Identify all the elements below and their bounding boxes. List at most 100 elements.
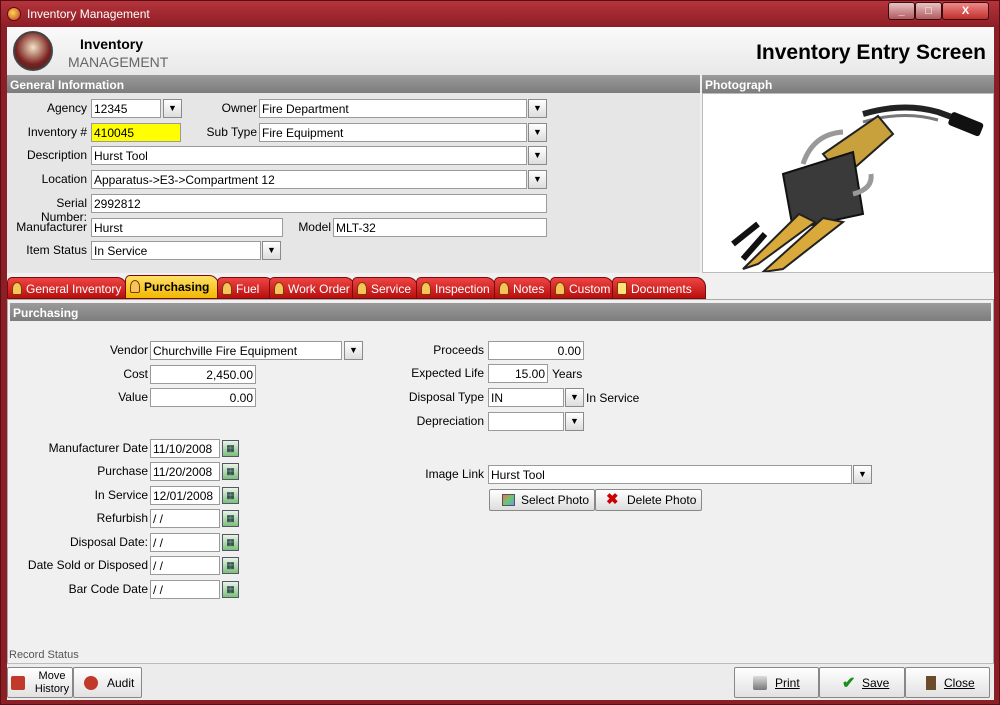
description-field[interactable]: Hurst Tool <box>91 146 527 165</box>
disposal-type-dropdown-icon[interactable]: ▼ <box>565 388 584 407</box>
depreciation-field[interactable] <box>488 412 564 431</box>
calendar-icon[interactable]: ▦ <box>222 440 239 457</box>
location-dropdown-icon[interactable]: ▼ <box>528 170 547 189</box>
agency-dropdown-icon[interactable]: ▼ <box>163 99 182 118</box>
owner-dropdown-icon[interactable]: ▼ <box>528 99 547 118</box>
manufacturer-date-label: Manufacturer Date <box>48 441 148 455</box>
logo-title: Inventory <box>80 36 144 52</box>
tab-fuel[interactable]: Fuel <box>217 277 275 299</box>
disposal-date-field[interactable]: / / <box>150 533 220 552</box>
value-label: Value <box>118 390 148 404</box>
delete-photo-button[interactable]: ✖ Delete Photo <box>595 489 702 511</box>
disposal-type-field[interactable]: IN <box>488 388 564 407</box>
image-link-dropdown-icon[interactable]: ▼ <box>853 465 872 484</box>
refurbish-date-field[interactable]: / / <box>150 509 220 528</box>
general-info-header: General Information <box>7 75 700 93</box>
value-field[interactable]: 0.00 <box>150 388 256 407</box>
delete-photo-label: Delete Photo <box>627 493 697 507</box>
tab-strip: General Inventory Purchasing Fuel Work O… <box>7 275 994 299</box>
tab-general-inventory[interactable]: General Inventory <box>7 277 127 299</box>
print-button[interactable]: Print <box>734 667 819 698</box>
firefighter-icon <box>274 282 284 295</box>
calendar-icon[interactable]: ▦ <box>222 510 239 527</box>
close-button[interactable]: Close <box>905 667 990 698</box>
tab-notes[interactable]: Notes <box>494 277 552 299</box>
general-info-panel: Agency 12345 ▼ Owner Fire Department ▼ I… <box>7 93 700 273</box>
manufacturer-date-field[interactable]: 11/10/2008 <box>150 439 220 458</box>
manufacturer-label: Manufacturer <box>16 220 87 234</box>
proceeds-field[interactable]: 0.00 <box>488 341 584 360</box>
fire-helmet-logo-icon <box>13 31 53 71</box>
in-service-date-field[interactable]: 12/01/2008 <box>150 486 220 505</box>
calendar-icon[interactable]: ▦ <box>222 581 239 598</box>
subtype-dropdown-icon[interactable]: ▼ <box>528 123 547 142</box>
purchasing-panel: Purchasing Vendor Churchville Fire Equip… <box>7 299 994 675</box>
tab-inspection[interactable]: Inspection <box>416 277 496 299</box>
calendar-icon[interactable]: ▦ <box>222 534 239 551</box>
tab-label: Inspection <box>435 282 490 296</box>
cost-field[interactable]: 2,450.00 <box>150 365 256 384</box>
tab-label: Service <box>371 282 412 296</box>
disposal-date-label: Disposal Date: <box>69 535 148 549</box>
subtype-field[interactable]: Fire Equipment <box>259 123 527 142</box>
print-label: Print <box>775 676 800 690</box>
tab-label: Custom <box>569 282 611 296</box>
footer-toolbar: Move History Audit Print ✔ Save Close <box>7 663 994 700</box>
inventory-number-field[interactable]: 410045 <box>91 123 181 142</box>
select-photo-button[interactable]: Select Photo <box>489 489 595 511</box>
minimize-button[interactable]: _ <box>888 2 915 20</box>
item-status-dropdown-icon[interactable]: ▼ <box>262 241 281 260</box>
calendar-icon[interactable]: ▦ <box>222 463 239 480</box>
firefighter-icon <box>12 282 22 295</box>
bar-code-date-label: Bar Code Date <box>68 582 148 596</box>
app-window: Inventory Management _ □ X Inventory MAN… <box>0 0 1000 705</box>
tab-purchasing[interactable]: Purchasing <box>125 275 219 299</box>
save-label: Save <box>862 676 890 690</box>
location-field[interactable]: Apparatus->E3->Compartment 12 <box>91 170 527 189</box>
tab-label: Documents <box>631 282 692 296</box>
firefighter-icon <box>130 280 140 293</box>
agency-field[interactable]: 12345 <box>91 99 161 118</box>
tab-service[interactable]: Service <box>352 277 418 299</box>
vendor-dropdown-icon[interactable]: ▼ <box>344 341 363 360</box>
owner-field[interactable]: Fire Department <box>259 99 527 118</box>
image-link-field[interactable]: Hurst Tool <box>488 465 852 484</box>
logo-subtitle: MANAGEMENT <box>68 54 169 70</box>
date-sold-field[interactable]: / / <box>150 556 220 575</box>
tab-documents[interactable]: Documents <box>612 277 706 299</box>
description-label: Description <box>26 148 87 162</box>
disposal-type-desc: In Service <box>586 391 640 405</box>
expected-life-label: Expected Life <box>411 366 484 380</box>
app-icon <box>7 7 21 21</box>
years-label: Years <box>552 367 583 381</box>
vendor-field[interactable]: Churchville Fire Equipment <box>150 341 342 360</box>
close-window-button[interactable]: X <box>942 2 989 20</box>
calendar-icon[interactable]: ▦ <box>222 487 239 504</box>
bar-code-date-field[interactable]: / / <box>150 580 220 599</box>
save-button[interactable]: ✔ Save <box>819 667 905 698</box>
history-label: History <box>34 683 70 695</box>
firefighter-icon <box>555 282 565 295</box>
model-label: Model <box>298 220 331 234</box>
description-dropdown-icon[interactable]: ▼ <box>528 146 547 165</box>
firefighter-icon <box>222 282 232 295</box>
tab-custom[interactable]: Custom <box>550 277 614 299</box>
depreciation-dropdown-icon[interactable]: ▼ <box>565 412 584 431</box>
firefighter-icon <box>499 282 509 295</box>
tab-label: General Inventory <box>26 282 122 296</box>
tab-work-order[interactable]: Work Order <box>269 277 355 299</box>
maximize-button[interactable]: □ <box>915 2 942 20</box>
move-history-button[interactable]: Move History <box>7 667 73 698</box>
page-title: Inventory Entry Screen <box>756 41 986 64</box>
serial-number-field[interactable]: 2992812 <box>91 194 547 213</box>
purchase-date-field[interactable]: 11/20/2008 <box>150 462 220 481</box>
in-service-date-label: In Service <box>94 488 148 502</box>
app-header: Inventory MANAGEMENT Inventory Entry Scr… <box>7 27 994 75</box>
inventory-label: Inventory # <box>27 125 87 139</box>
model-field[interactable]: MLT-32 <box>333 218 547 237</box>
item-status-field[interactable]: In Service <box>91 241 261 260</box>
manufacturer-field[interactable]: Hurst <box>91 218 283 237</box>
expected-life-field[interactable]: 15.00 <box>488 364 548 383</box>
calendar-icon[interactable]: ▦ <box>222 557 239 574</box>
audit-button[interactable]: Audit <box>73 667 142 698</box>
